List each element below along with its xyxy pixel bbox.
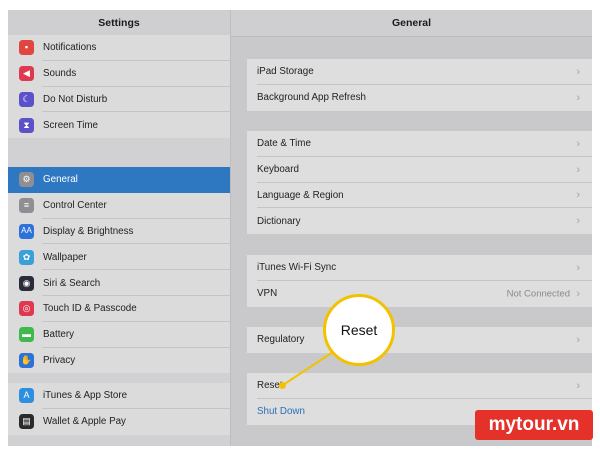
reset-callout: Reset — [323, 294, 395, 366]
callout-pointer-dot — [279, 382, 286, 389]
callout-pointer-line — [282, 349, 337, 386]
watermark-logo: mytour.vn — [475, 410, 593, 440]
